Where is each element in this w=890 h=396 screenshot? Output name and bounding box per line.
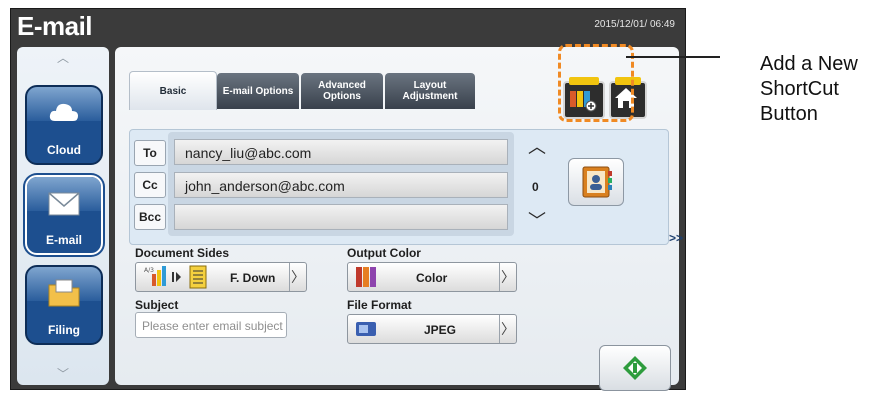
- bcc-button[interactable]: Bcc: [134, 204, 166, 230]
- document-sides-selector[interactable]: A/3 F. Down 〉: [135, 262, 307, 292]
- output-color-selector[interactable]: Color 〉: [347, 262, 517, 292]
- sidebar-item-label: Filing: [48, 323, 80, 337]
- file-format-selector[interactable]: JPEG 〉: [347, 314, 517, 344]
- recipient-area: To Cc Bcc nancy_liu@abc.com john_anderso…: [129, 129, 669, 245]
- to-field[interactable]: nancy_liu@abc.com: [174, 139, 508, 165]
- folder-icon: [48, 279, 80, 307]
- sidebar-item-label: E-mail: [45, 233, 82, 247]
- address-book-button[interactable]: [568, 158, 624, 206]
- recipient-count: 0: [532, 180, 539, 194]
- sidebar: ︿ Cloud E-mail Filing ﹀: [17, 47, 109, 385]
- document-sides-label: Document Sides: [135, 246, 230, 260]
- tab-layout-adjustment[interactable]: Layout Adjustment: [385, 73, 475, 109]
- subject-label: Subject: [135, 298, 179, 312]
- document-sides-icon: A/3: [144, 265, 207, 289]
- address-book-icon: [582, 166, 612, 198]
- color-palette-icon: [356, 267, 376, 287]
- callout-line: [626, 56, 720, 58]
- to-button[interactable]: To: [134, 140, 166, 166]
- sidebar-item-filing[interactable]: Filing: [25, 265, 103, 345]
- tab-basic[interactable]: Basic: [129, 71, 217, 110]
- sidebar-item-email[interactable]: E-mail: [25, 175, 103, 255]
- cc-button[interactable]: Cc: [134, 172, 166, 198]
- chevron-right-icon: 〉: [499, 263, 516, 291]
- page-title: E-mail: [17, 11, 93, 41]
- sidebar-scroll-down-icon[interactable]: ﹀: [17, 365, 109, 382]
- envelope-icon: [48, 192, 80, 216]
- jpeg-file-icon: [356, 322, 376, 336]
- chevron-right-icon: 〉: [289, 263, 306, 291]
- output-color-value: Color: [416, 271, 448, 285]
- shortcut-highlight: [558, 44, 634, 122]
- sidebar-scroll-up-icon[interactable]: ︿: [17, 49, 109, 66]
- callout-text: Add a New ShortCut Button: [760, 53, 858, 125]
- svg-text:A/3: A/3: [144, 267, 154, 274]
- file-format-label: File Format: [347, 298, 412, 312]
- chevron-up-icon[interactable]: ︿: [526, 138, 548, 158]
- more-options-button[interactable]: >>: [669, 231, 683, 245]
- subject-input[interactable]: Please enter email subject: [135, 312, 287, 338]
- sidebar-item-cloud[interactable]: Cloud: [25, 85, 103, 165]
- file-format-value: JPEG: [424, 323, 457, 337]
- output-color-label: Output Color: [347, 246, 421, 260]
- tab-email-options[interactable]: E-mail Options: [217, 73, 299, 109]
- datetime: 2015/12/01/ 06:49: [594, 19, 675, 30]
- bcc-field[interactable]: [174, 204, 508, 230]
- document-sides-value: F. Down: [230, 271, 276, 285]
- chevron-down-icon[interactable]: ﹀: [526, 212, 548, 232]
- cc-field[interactable]: john_anderson@abc.com: [174, 172, 508, 198]
- start-button[interactable]: [599, 345, 671, 391]
- cloud-icon: [49, 103, 78, 121]
- tab-advanced-options[interactable]: Advanced Options: [301, 73, 383, 109]
- start-diamond-icon: [623, 356, 647, 380]
- chevron-right-icon: 〉: [499, 315, 516, 343]
- sidebar-item-label: Cloud: [47, 143, 81, 157]
